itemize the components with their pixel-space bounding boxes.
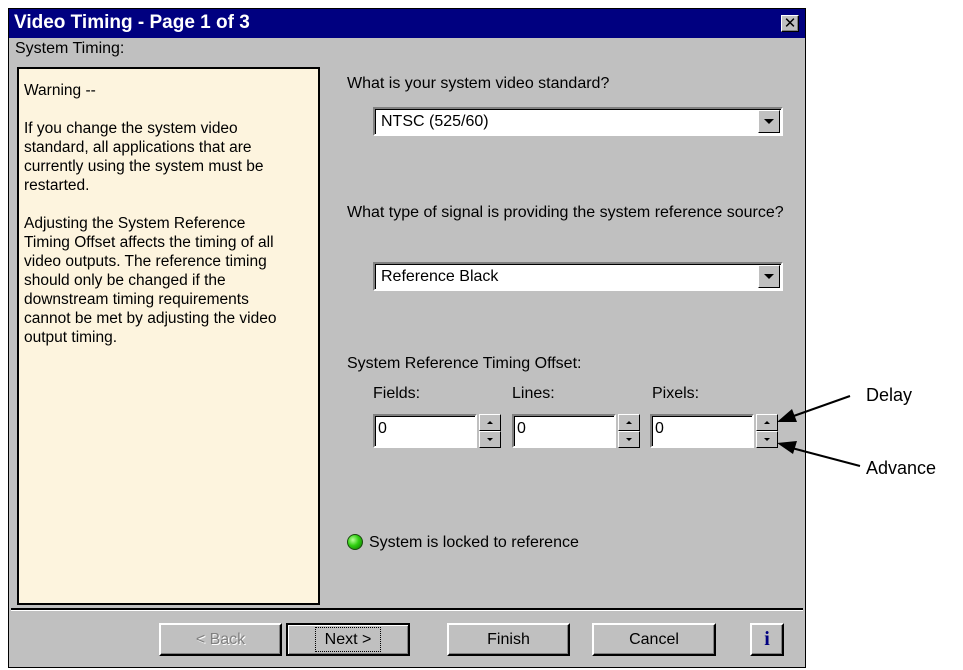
- advance-arrow-line: [787, 446, 861, 467]
- delay-arrowhead-icon: [777, 409, 797, 422]
- advance-arrowhead-icon: [777, 441, 797, 454]
- advance-callout-label: Advance: [866, 458, 937, 478]
- delay-callout-label: Delay: [866, 385, 913, 405]
- delay-arrow-line: [787, 395, 851, 419]
- callout-arrows: [777, 395, 861, 467]
